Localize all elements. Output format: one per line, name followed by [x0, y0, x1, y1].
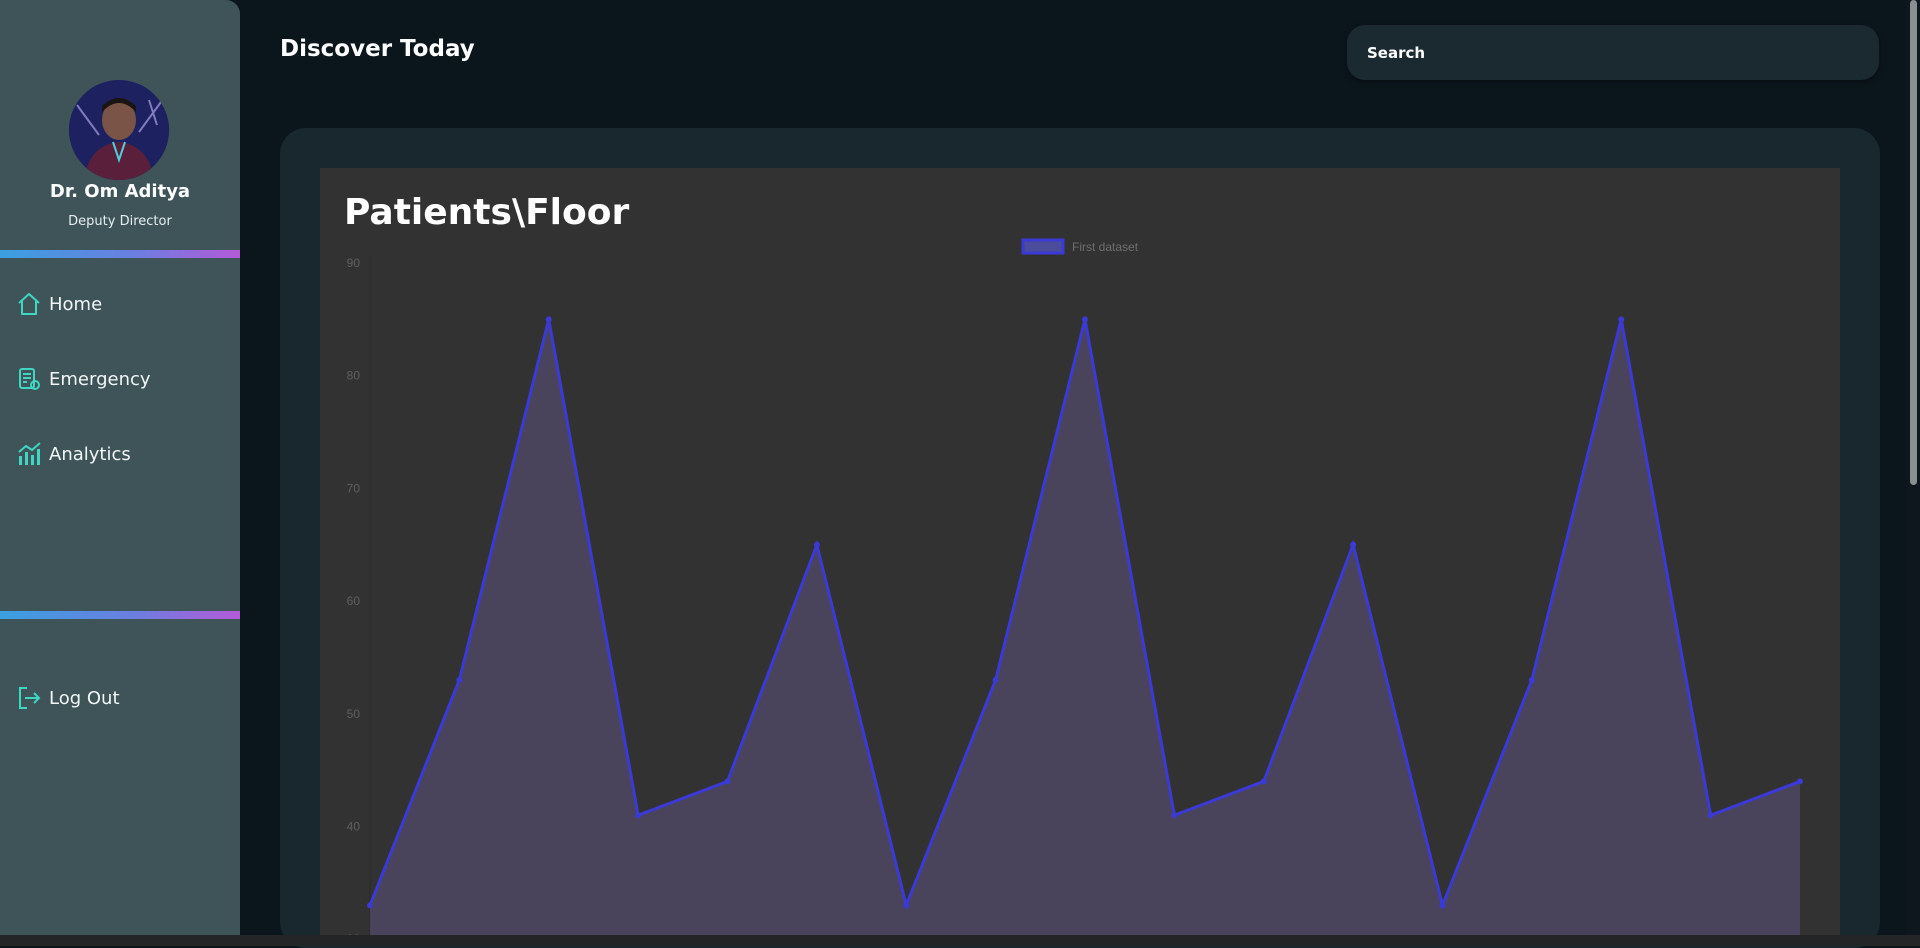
data-point: [1439, 902, 1446, 909]
y-tick-label: 60: [347, 594, 361, 608]
legend-label: First dataset: [1072, 240, 1139, 254]
data-point: [903, 902, 910, 909]
data-point: [1797, 778, 1803, 785]
scrollbar-thumb[interactable]: [1910, 0, 1917, 485]
search-input[interactable]: [1365, 42, 1859, 63]
sidebar-item-analytics[interactable]: Analytics: [15, 438, 235, 470]
legend-swatch: [1021, 238, 1065, 255]
avatar: [69, 80, 169, 180]
bottom-strip: [0, 935, 1920, 946]
sidebar-item-label: Log Out: [49, 687, 120, 709]
data-point: [635, 812, 642, 819]
sidebar-item-label: Home: [49, 293, 103, 315]
y-tick-label: 70: [347, 481, 361, 495]
sidebar-item-label: Emergency: [49, 368, 151, 390]
data-point: [1618, 316, 1625, 323]
line-chart: 90807060504030First dataset: [347, 238, 1803, 936]
data-point: [724, 778, 731, 785]
sidebar-divider-top: [0, 250, 240, 258]
data-point: [1260, 778, 1267, 785]
data-point: [545, 316, 552, 323]
profile-role: Deputy Director: [68, 214, 172, 229]
logout-button[interactable]: Log Out: [15, 682, 235, 714]
data-point: [992, 676, 999, 683]
data-point: [1707, 812, 1714, 819]
medical-report-icon: [15, 365, 43, 393]
sidebar-item-emergency[interactable]: Emergency: [15, 363, 235, 395]
data-point: [1082, 316, 1088, 323]
sidebar: Dr. Om Aditya Deputy Director Home Emerg…: [0, 0, 240, 935]
series-area: [370, 319, 1800, 936]
sidebar-item-home[interactable]: Home: [15, 288, 235, 320]
analytics-icon: [15, 440, 43, 468]
y-tick-label: 50: [347, 707, 361, 721]
y-tick-label: 40: [347, 820, 361, 834]
data-point: [813, 541, 820, 548]
scrollbar[interactable]: [1906, 0, 1920, 935]
sidebar-item-label: Analytics: [49, 443, 131, 465]
data-point: [1350, 541, 1357, 548]
page-title: Discover Today: [280, 36, 475, 62]
search-box[interactable]: [1347, 25, 1879, 80]
data-point: [456, 676, 463, 683]
chart-title: Patients\Floor: [344, 192, 630, 233]
logout-icon: [15, 684, 43, 712]
y-tick-label: 80: [347, 369, 361, 383]
home-icon: [15, 290, 43, 318]
data-point: [1528, 676, 1535, 683]
data-point: [367, 902, 373, 909]
data-point: [1171, 812, 1178, 819]
sidebar-divider-bottom: [0, 611, 240, 619]
profile-name: Dr. Om Aditya: [49, 181, 191, 202]
y-tick-label: 90: [347, 256, 361, 270]
